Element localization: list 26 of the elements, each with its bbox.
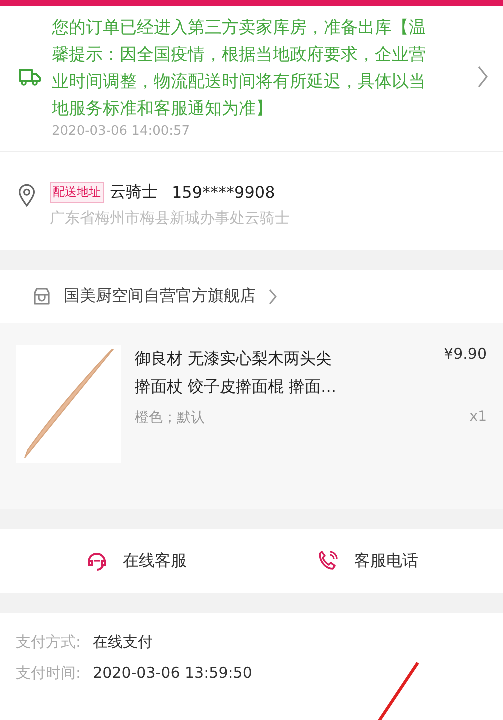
payment-label: 支付时间: — [16, 664, 82, 683]
address-tag: 配送地址 — [50, 182, 104, 203]
address-detail: 广东省梅州市梅县新城办事处云骑士 — [50, 209, 290, 228]
recipient-phone: 159****9908 — [172, 183, 276, 202]
store-name: 国美厨空间自营官方旗舰店 — [64, 286, 256, 307]
store-row[interactable]: 国美厨空间自营官方旗舰店 — [0, 270, 503, 323]
payment-value: 2020-03-06 13:59:50 — [93, 664, 252, 683]
payment-label: 支付方式: — [16, 633, 82, 652]
logistics-message: 您的订单已经进入第三方卖家库房，准备出库【温馨提示：因全国疫情，根据当地政府要求，企业营业时间调整，物流配送时间将有所延迟，具体以当地服务标准和客服通知为准】 — [52, 16, 427, 120]
product-spec: 橙色；默认 — [135, 409, 205, 427]
phone-icon — [316, 549, 340, 573]
product-title-line: 御良材 无漆实心梨木两头尖 — [135, 348, 332, 370]
product-price: ¥9.90 — [444, 345, 487, 365]
truck-icon — [18, 66, 42, 86]
chevron-right-icon — [268, 288, 278, 306]
store-icon — [32, 286, 52, 306]
product-title-line: 擀面杖 饺子皮擀面棍 擀面... — [135, 376, 336, 398]
location-pin-icon — [18, 184, 36, 208]
phone-service-button[interactable]: 客服电话 — [306, 545, 428, 577]
chevron-right-icon — [477, 64, 489, 88]
product-quantity: x1 — [470, 409, 487, 427]
logistics-time: 2020-03-06 14:00:57 — [52, 124, 192, 139]
payment-value: 在线支付 — [93, 633, 154, 652]
recipient-name: 云骑士 — [110, 182, 158, 203]
online-service-button[interactable]: 在线客服 — [74, 545, 197, 577]
product-card[interactable]: 御良材 无漆实心梨木两头尖 擀面杖 饺子皮擀面棍 擀面... ¥9.90 橙色；默认 x1 — [0, 323, 503, 509]
